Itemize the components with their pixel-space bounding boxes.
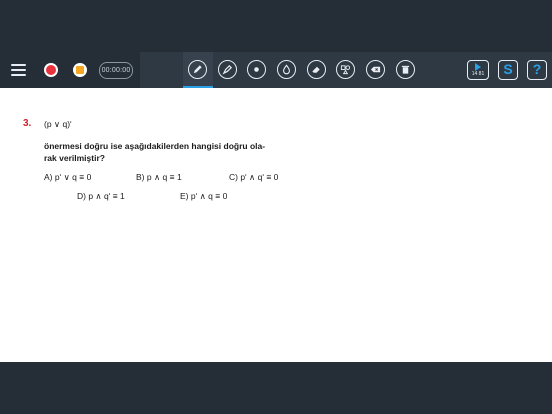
question-text-line-1: önermesi doğru ise aşağıdakilerden hangi… <box>44 141 266 151</box>
play-icon <box>475 63 481 71</box>
option-d: D) p ∧ qʹ ≡ 1 <box>77 191 125 201</box>
trash-icon <box>401 65 410 74</box>
pen-tool-button[interactable] <box>188 60 207 79</box>
dot-tool-button[interactable] <box>247 60 266 79</box>
bottom-band <box>0 362 552 414</box>
pen-icon <box>193 65 202 74</box>
document-page: 3. (p ∨ q)ʹ önermesi doğru ise aşağıdaki… <box>0 88 552 362</box>
option-a: A) pʹ ∨ q ≡ 0 <box>44 172 92 182</box>
shapes-icon <box>340 65 351 75</box>
option-b: B) p ∧ q ≡ 1 <box>136 172 182 182</box>
option-c: C) pʹ ∧ qʹ ≡ 0 <box>229 172 279 182</box>
top-band <box>0 0 552 52</box>
s-logo-button[interactable]: S <box>498 60 518 80</box>
eraser-tool-button[interactable] <box>307 60 326 79</box>
clear-tool-button[interactable] <box>366 60 385 79</box>
option-e: E) pʹ ∧ q ≡ 0 <box>180 191 228 201</box>
recording-controls: 00:00:00 <box>0 52 140 88</box>
ink-drop-icon <box>283 64 290 75</box>
highlighter-icon <box>222 64 233 75</box>
question-text-line-2: rak verilmiştir? <box>44 153 105 163</box>
highlighter-tool-button[interactable] <box>218 60 237 79</box>
hamburger-menu-icon[interactable] <box>11 64 26 76</box>
recording-timer: 00:00:00 <box>99 62 133 79</box>
dot-icon <box>254 67 259 72</box>
question-text: önermesi doğru ise aşağıdakilerden hangi… <box>44 140 294 164</box>
record-button[interactable] <box>44 63 58 77</box>
video-badge-label: 14 81 <box>471 71 485 77</box>
trash-tool-button[interactable] <box>396 60 415 79</box>
stop-button[interactable] <box>73 63 87 77</box>
question-expression: (p ∨ q)ʹ <box>44 119 72 129</box>
video-button[interactable]: 14 81 <box>467 60 489 80</box>
eraser-icon <box>312 66 320 73</box>
toolbar: 00:00:00 14 81 S ? <box>0 52 552 88</box>
question-number: 3. <box>23 118 32 129</box>
color-tool-button[interactable] <box>277 60 296 79</box>
backspace-icon <box>370 66 381 73</box>
shapes-tool-button[interactable] <box>336 60 355 79</box>
help-button[interactable]: ? <box>527 60 547 80</box>
